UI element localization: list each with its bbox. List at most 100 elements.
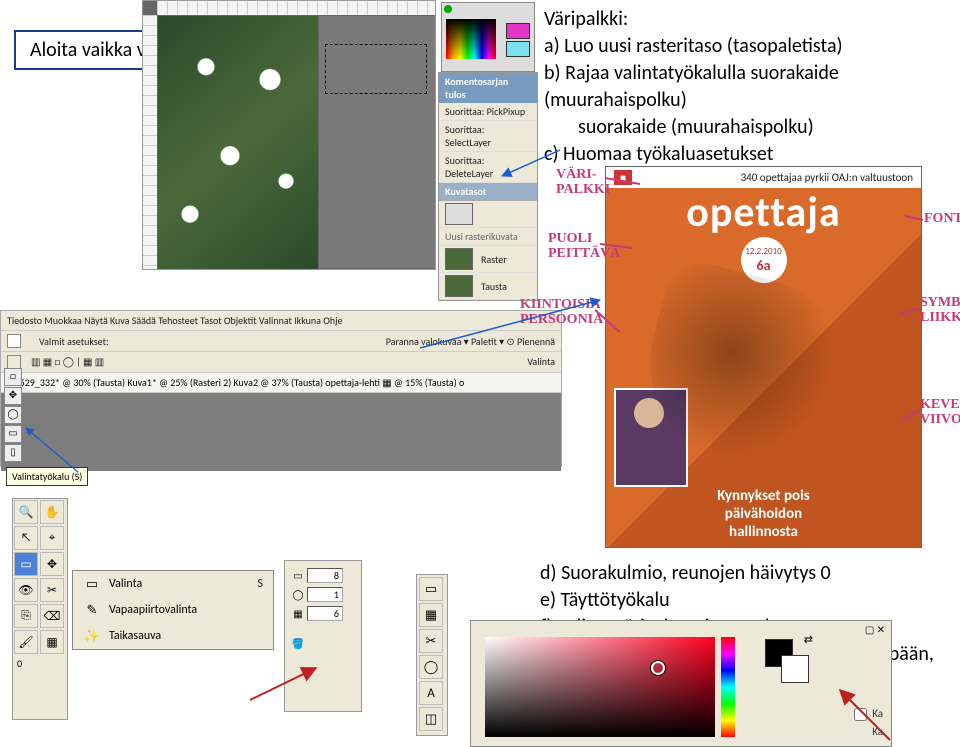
magazine-date-circle: 12.2.2010 6a: [741, 237, 787, 283]
editor-fragment-topleft: [142, 0, 436, 270]
thumb-bg: [445, 275, 473, 297]
menubar-items: Tiedosto Muokkaa Näytä Kuva Säädä Tehost…: [1, 311, 561, 330]
toolbox-right-col: ▭ ▦ ✂ ◯ A ◫: [416, 574, 448, 736]
thumb-raster: [445, 248, 473, 270]
tc-8: ▦: [419, 603, 443, 627]
flyout-freehand-label: Vapaapiirtovalinta: [109, 603, 197, 617]
label-bg: Tausta: [481, 280, 507, 293]
tool-pick: ⌖: [40, 526, 64, 550]
menubar-row2: Valmit asetukset: Paranna valokuvaa ▾ Pa…: [1, 330, 561, 351]
color-picker-dialog: ▢ ✕ ⇄ Ka Ka: [470, 620, 892, 747]
indicator-dot: [444, 5, 452, 13]
num-ico-2: ◯: [289, 588, 307, 601]
handw-keveytta: KEVEYTTÄVIIVOISTA?: [920, 398, 960, 427]
tool-zoom: 🔍: [14, 500, 38, 524]
swatch-cyan: [506, 41, 530, 57]
presets-label: Valmit asetukset:: [39, 335, 109, 348]
label-raster: Raster: [481, 253, 507, 266]
tool-erase: ⌫: [40, 604, 64, 628]
tc-6b: ◫: [419, 707, 443, 731]
magazine-person-photo: [614, 388, 688, 487]
menubar-row3: ▥ ▦ □ ◯ | ▦ ▥ Valinta: [1, 351, 561, 372]
tool-fill: ▦: [40, 630, 64, 654]
tool-move: ✥: [40, 552, 64, 576]
instruction-b2: suorakaide (muurahaispolku): [544, 114, 944, 141]
mag-foot-1: Kynnykset pois: [606, 487, 921, 505]
tc-7: ▭: [419, 577, 443, 601]
flyout-wand[interactable]: ✨ Taikasauva: [73, 623, 273, 649]
flyout-valinta-label: Valinta: [109, 577, 142, 591]
sv-cursor: [651, 661, 665, 675]
panel-row-2: Suorittaa: SelectLayer: [439, 121, 537, 152]
handw-symbo: SYMBO-?LIIKKAA.: [920, 296, 960, 325]
handw-varipalkki: VÄRI-PALKKI: [556, 168, 610, 197]
new-raster-row: Uusi rasterikuvata: [439, 228, 537, 246]
instruction-c: c) Huomaa työkaluasetukset: [544, 141, 944, 168]
toolbox-left: 🔍✋ ↖⌖ ▭✥ 👁✂ ⎘⌫ 🖌▦ 0: [12, 498, 68, 720]
rainbow-area: [446, 19, 496, 59]
selection-tool-flyout: ▭ Valinta S ✎ Vapaapiirtovalinta ✨ Taika…: [72, 570, 274, 650]
ruler-horizontal: [157, 1, 435, 15]
instructions-title: Väripalkki:: [544, 6, 944, 33]
wand-icon: ✨: [83, 627, 101, 645]
magazine-topbar: ■ 340 opettajaa pyrkii OAJ:n valtuustoon: [606, 167, 921, 188]
bucket-icon: 🪣: [289, 637, 307, 650]
panel-row-1: Suorittaa: PickPixup: [439, 103, 537, 121]
layer-raster-row: Raster: [439, 246, 537, 273]
mini-toolbox: □ ✥ ◯ ▭ ▯: [3, 367, 23, 463]
color-picker-small: [441, 2, 535, 72]
picker-ka-label: Ka: [872, 725, 883, 738]
flyout-wand-label: Taikasauva: [109, 629, 161, 643]
photo-flowers: [158, 16, 318, 270]
magazine-date: 12.2.2010: [745, 246, 781, 257]
tooltip-selection: Valintatyökalu (S): [6, 467, 88, 486]
num-ico-3: ▦: [289, 607, 307, 620]
bg-swatch[interactable]: [781, 655, 809, 683]
tool-arrow: ↖: [14, 526, 38, 550]
tool-hand: ✋: [40, 500, 64, 524]
freehand-icon: ✎: [83, 601, 101, 619]
instruction-b: b) Rajaa valintatyökalulla suorakaide (m…: [544, 60, 944, 114]
selection-marquee: [325, 44, 427, 94]
mag-foot-3: hallinnosta: [606, 523, 921, 541]
tool-eye: 👁: [14, 578, 38, 602]
instruction-d: d) Suorakulmio, reunojen häivytys 0: [540, 560, 950, 587]
panel-header: Komentosarjan tulos: [439, 73, 537, 103]
magazine-issue: 6a: [756, 257, 770, 274]
valinta-label: Valinta: [527, 355, 555, 369]
layer-thumb-icon: [445, 203, 473, 225]
tc-A: A: [419, 681, 443, 705]
magazine-title: opettaja: [606, 187, 921, 238]
swap-icon[interactable]: ⇄: [804, 633, 813, 646]
ruler-vertical: [143, 15, 157, 269]
hue-bar[interactable]: [721, 637, 735, 737]
toolbar-right: Paranna valokuvaa ▾ Paletit ▾ ⊙ Pienennä: [386, 335, 555, 348]
instruction-e: e) Täyttötyökalu: [540, 587, 950, 614]
fg-bg-swatches[interactable]: ⇄: [765, 639, 809, 683]
flyout-valinta[interactable]: ▭ Valinta S: [73, 571, 273, 597]
swatch-magenta: [506, 23, 530, 39]
script-output-panel: Komentosarjan tulos Suorittaa: PickPixup…: [438, 72, 538, 301]
flyout-valinta-key: S: [233, 577, 263, 591]
tc-6a: ◯: [419, 655, 443, 679]
numeric-rows: ▭8 ◯1 ▦6 🪣: [285, 561, 361, 655]
flyout-freehand[interactable]: ✎ Vapaapiirtovalinta: [73, 597, 273, 623]
doc-gray-bg: [1, 393, 561, 471]
magazine-cover: ■ 340 opettajaa pyrkii OAJ:n valtuustoon…: [605, 166, 922, 548]
empty-canvas: [319, 16, 435, 268]
rect-select-icon: ▭: [83, 575, 101, 593]
num-1: 8: [307, 568, 343, 583]
picker-checkbox[interactable]: Ka: [850, 705, 883, 724]
tool-rect-select: ▭: [14, 552, 38, 576]
picker-close[interactable]: ▢ ✕: [865, 623, 885, 636]
tc-1: ✂: [419, 629, 443, 653]
tool-brush: 🖌: [14, 630, 38, 654]
sv-gradient[interactable]: [485, 637, 715, 737]
num-ico-1: ▭: [289, 569, 307, 582]
tool-clone: ⎘: [14, 604, 38, 628]
layer-bg-row: Tausta: [439, 273, 537, 300]
document-tabs: I90529_332* @ 30% (Tausta) Kuva1* @ 25% …: [1, 372, 561, 393]
layers-header: Kuvatasot: [439, 183, 537, 200]
tool-zoom-value: 0: [13, 655, 67, 672]
handw-puoli: PUOLIPEITTÄVÄ: [548, 232, 620, 261]
